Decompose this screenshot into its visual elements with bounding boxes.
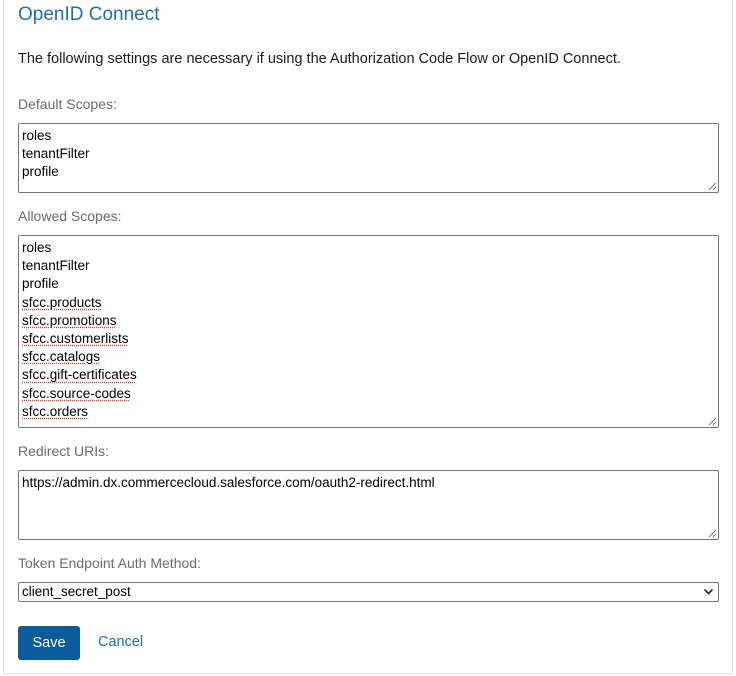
section-title: OpenID Connect bbox=[18, 4, 160, 25]
save-button[interactable]: Save bbox=[18, 626, 80, 660]
scope-line: profile bbox=[22, 164, 59, 180]
resize-grip-icon[interactable] bbox=[708, 417, 717, 426]
scope-line: sfcc.source-codes bbox=[22, 385, 131, 401]
redirect-uri-line: https://admin.dx.commercecloud.salesforc… bbox=[22, 475, 435, 490]
token-auth-method-select[interactable]: client_secret_post bbox=[18, 582, 719, 602]
scope-line: roles bbox=[22, 240, 52, 255]
scope-line: sfcc.catalogs bbox=[22, 349, 101, 365]
chevron-down-icon bbox=[704, 589, 713, 595]
cancel-button[interactable]: Cancel bbox=[98, 634, 143, 650]
default-scopes-label: Default Scopes: bbox=[18, 96, 117, 112]
scope-line: sfcc.products bbox=[22, 294, 102, 310]
allowed-scopes-textarea[interactable]: roles tenantFilter profile sfcc.products… bbox=[18, 235, 719, 428]
resize-grip-icon[interactable] bbox=[708, 182, 717, 191]
scope-line: profile bbox=[22, 276, 59, 292]
scope-line: tenantFilter bbox=[22, 146, 90, 162]
scope-line: sfcc.customerlists bbox=[22, 331, 129, 347]
scope-line: tenantFilter bbox=[22, 258, 90, 274]
allowed-scopes-label: Allowed Scopes: bbox=[18, 208, 122, 224]
resize-grip-icon[interactable] bbox=[708, 529, 717, 538]
redirect-uris-textarea[interactable]: https://admin.dx.commercecloud.salesforc… bbox=[18, 470, 719, 540]
token-auth-method-value: client_secret_post bbox=[22, 584, 131, 599]
scope-line: sfcc.promotions bbox=[22, 312, 117, 328]
section-description: The following settings are necessary if … bbox=[18, 51, 621, 67]
token-auth-method-label: Token Endpoint Auth Method: bbox=[18, 555, 201, 571]
scope-line: sfcc.gift-certificates bbox=[22, 367, 137, 383]
scope-line: roles bbox=[22, 128, 52, 143]
scope-line: sfcc.orders bbox=[22, 403, 89, 419]
redirect-uris-label: Redirect URIs: bbox=[18, 443, 110, 459]
default-scopes-textarea[interactable]: roles tenantFilter profile bbox=[18, 123, 719, 193]
